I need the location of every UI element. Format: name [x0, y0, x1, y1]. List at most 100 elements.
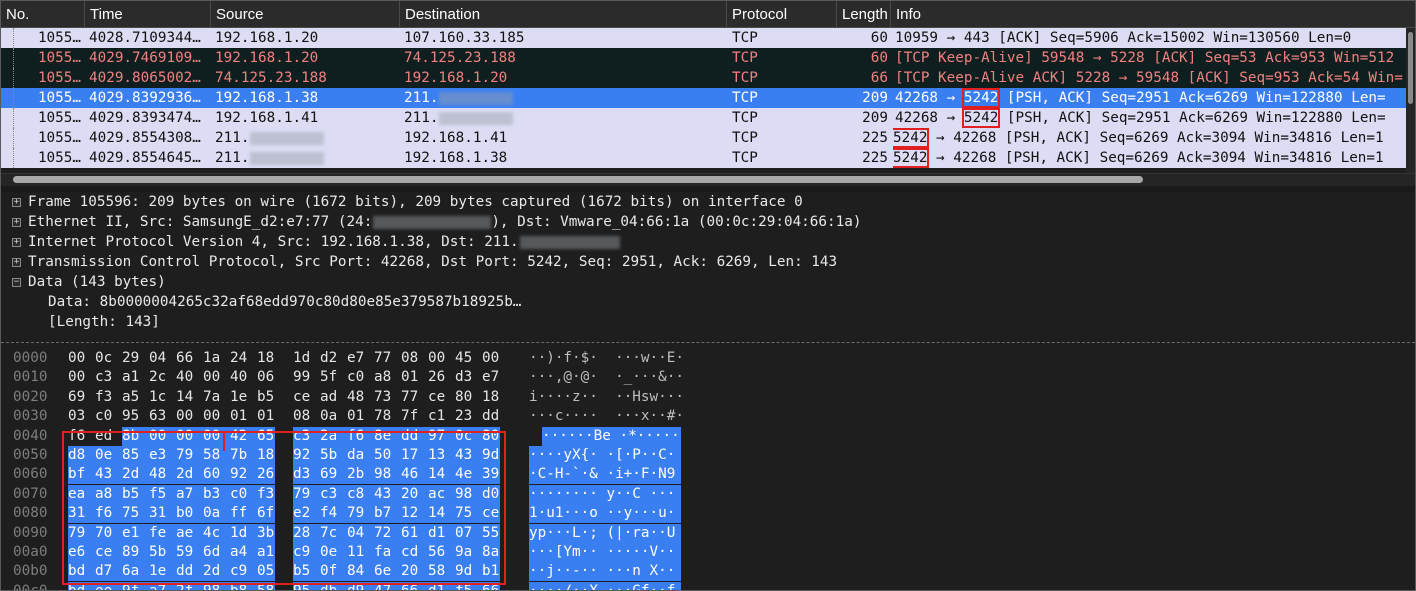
column-no[interactable]: No.	[1, 1, 85, 27]
hex-byte[interactable]: e7	[482, 368, 500, 387]
hex-byte[interactable]: 08	[401, 349, 428, 368]
hex-byte[interactable]: 63	[149, 407, 176, 426]
hex-byte[interactable]: 48	[347, 388, 374, 407]
column-source[interactable]: Source	[211, 1, 400, 27]
hex-byte[interactable]: 00	[176, 407, 203, 426]
hex-byte[interactable]: 04	[149, 349, 176, 368]
hex-byte[interactable]: 18	[482, 388, 500, 407]
hex-byte[interactable]: a5	[122, 388, 149, 407]
hex-byte[interactable]: e7	[347, 349, 374, 368]
hex-byte[interactable]: 01	[401, 368, 428, 387]
tree-item-data[interactable]: − Data (143 bytes)	[1, 272, 1415, 292]
hex-byte[interactable]: 2c	[149, 368, 176, 387]
hex-byte[interactable]: 1d	[293, 349, 320, 368]
hex-byte[interactable]: 77	[374, 349, 401, 368]
hex-byte[interactable]: 01	[257, 407, 275, 426]
hex-byte[interactable]: 26	[428, 368, 455, 387]
hex-byte[interactable]: 06	[257, 368, 275, 387]
vertical-scroll-thumb[interactable]	[1408, 32, 1413, 104]
tree-item-tcp[interactable]: + Transmission Control Protocol, Src Por…	[1, 252, 1415, 272]
hex-byte[interactable]: 0c	[95, 349, 122, 368]
ascii-text[interactable]: ··j··-·· ···n X··	[529, 562, 681, 582]
hex-byte[interactable]: 77	[401, 388, 428, 407]
hex-byte[interactable]: 14	[176, 388, 203, 407]
ascii-text[interactable]: ···,@·@· ·_···&··	[529, 368, 684, 387]
hex-byte[interactable]: 01	[230, 407, 257, 426]
packet-row[interactable]: 1055… 4029.8393474… 192.168.1.41 211. TC…	[1, 108, 1415, 128]
expand-icon[interactable]: +	[12, 238, 21, 247]
hex-byte[interactable]: ad	[320, 388, 347, 407]
hex-byte[interactable]: ce	[428, 388, 455, 407]
tree-item-frame[interactable]: + Frame 105596: 209 bytes on wire (1672 …	[1, 192, 1415, 212]
tree-item-data-value[interactable]: Data: 8b0000004265c32af68edd970c80d80e85…	[1, 292, 1415, 312]
expand-icon[interactable]: +	[12, 218, 21, 227]
packet-row-selected[interactable]: 1055… 4029.8392936… 192.168.1.38 211. TC…	[1, 88, 1415, 108]
column-time[interactable]: Time	[85, 1, 211, 27]
hex-row[interactable]: 0010 00 c3 a1 2c 40 00 40 06 99 5f c0 a8 01 26 d3 e7 ···,…	[1, 368, 1415, 387]
hex-byte[interactable]: c0	[347, 368, 374, 387]
hex-row[interactable]: 0030 03 c0 95 63 00 00 01 01 08 0a 01 78 7f c1 23 dd ···c…	[1, 407, 1415, 426]
packet-row[interactable]: 1055… 4029.7469109… 192.168.1.20 74.125.…	[1, 48, 1415, 68]
packet-row[interactable]: 1055… 4029.8065002… 74.125.23.188 192.16…	[1, 68, 1415, 88]
hex-byte[interactable]: 66	[176, 349, 203, 368]
hex-byte[interactable]: 1e	[230, 388, 257, 407]
hex-byte[interactable]: 00	[428, 349, 455, 368]
packet-row[interactable]: 1055… 4029.8554308… 211. 192.168.1.41 TC…	[1, 128, 1415, 148]
ascii-text[interactable]: ····/··X ···Gf··f	[529, 581, 681, 590]
hex-byte[interactable]: 69	[68, 388, 95, 407]
tree-item-ipv4[interactable]: + Internet Protocol Version 4, Src: 192.…	[1, 232, 1415, 252]
ascii-text[interactable]: ··)·f·$· ···w··E·	[529, 349, 684, 368]
packet-row[interactable]: 1055… 4028.7109344… 192.168.1.20 107.160…	[1, 28, 1415, 48]
hex-byte[interactable]: 40	[176, 368, 203, 387]
ascii-text[interactable]: ···c···· ···x··#·	[529, 407, 684, 426]
column-destination[interactable]: Destination	[400, 1, 727, 27]
hex-byte[interactable]: c3	[95, 368, 122, 387]
hex-byte[interactable]: a8	[374, 368, 401, 387]
expand-icon[interactable]: +	[12, 198, 21, 207]
hex-byte[interactable]: 00	[68, 368, 95, 387]
hex-byte[interactable]: 29	[122, 349, 149, 368]
hex-byte[interactable]: 24	[230, 349, 257, 368]
hex-byte[interactable]: 01	[347, 407, 374, 426]
hex-byte[interactable]: f3	[95, 388, 122, 407]
ascii-text[interactable]: i····z·· ··Hsw···	[529, 388, 684, 407]
hex-byte[interactable]: 99	[293, 368, 320, 387]
column-info[interactable]: Info	[891, 1, 1415, 27]
hex-byte[interactable]: 00	[203, 368, 230, 387]
hex-byte[interactable]: b5	[257, 388, 275, 407]
ascii-text[interactable]: ······Be ·*······	[542, 426, 681, 446]
horizontal-scroll-thumb[interactable]	[13, 176, 1143, 183]
tree-item-data-length[interactable]: [Length: 143]	[1, 312, 1415, 332]
hex-byte[interactable]: 40	[230, 368, 257, 387]
hex-byte[interactable]: 18	[257, 349, 275, 368]
hex-byte[interactable]: d3	[455, 368, 482, 387]
hex-byte[interactable]: 03	[68, 407, 95, 426]
hex-byte[interactable]: 08	[293, 407, 320, 426]
packet-list-vertical-scrollbar[interactable]	[1406, 28, 1415, 173]
hex-row[interactable]: 0020 69 f3 a5 1c 14 7a 1e b5 ce ad 48 73 77 ce 80 18 i···…	[1, 388, 1415, 407]
hex-byte[interactable]: 00	[68, 349, 95, 368]
packet-row[interactable]: 1055… 4029.8554645… 211. 192.168.1.38 TC…	[1, 148, 1415, 168]
ascii-text[interactable]: ···[Ym·· ·····V··	[529, 543, 681, 562]
hex-byte[interactable]: 5f	[320, 368, 347, 387]
tree-item-ethernet[interactable]: + Ethernet II, Src: SamsungE_d2:e7:77 (2…	[1, 212, 1415, 232]
hex-byte[interactable]: 23	[455, 407, 482, 426]
ascii-text[interactable]: 1·u1···o ··y···u·	[529, 504, 681, 524]
hex-byte[interactable]: 73	[374, 388, 401, 407]
hex-byte[interactable]: 00	[203, 407, 230, 426]
hex-row[interactable]: 0000 00 0c 29 04 66 1a 24 18 1d d2 e7 77 08 00 45 00 ··)·…	[1, 349, 1415, 368]
hex-byte[interactable]: 78	[374, 407, 401, 426]
hex-byte[interactable]: c1	[428, 407, 455, 426]
hex-byte[interactable]: a1	[122, 368, 149, 387]
hex-byte[interactable]: 0a	[320, 407, 347, 426]
hex-byte[interactable]: 7a	[203, 388, 230, 407]
hex-byte[interactable]: 1c	[149, 388, 176, 407]
ascii-text[interactable]: ·C-H-`·& ·i+·F·N9	[529, 465, 681, 485]
column-protocol[interactable]: Protocol	[727, 1, 837, 27]
hex-byte[interactable]: 45	[455, 349, 482, 368]
hex-byte[interactable]: d2	[320, 349, 347, 368]
hex-byte[interactable]: ce	[293, 388, 320, 407]
hex-byte[interactable]: c0	[95, 407, 122, 426]
ascii-text[interactable]: yp···L·; (|·ra··U	[529, 523, 681, 543]
expand-icon[interactable]: +	[12, 258, 21, 267]
